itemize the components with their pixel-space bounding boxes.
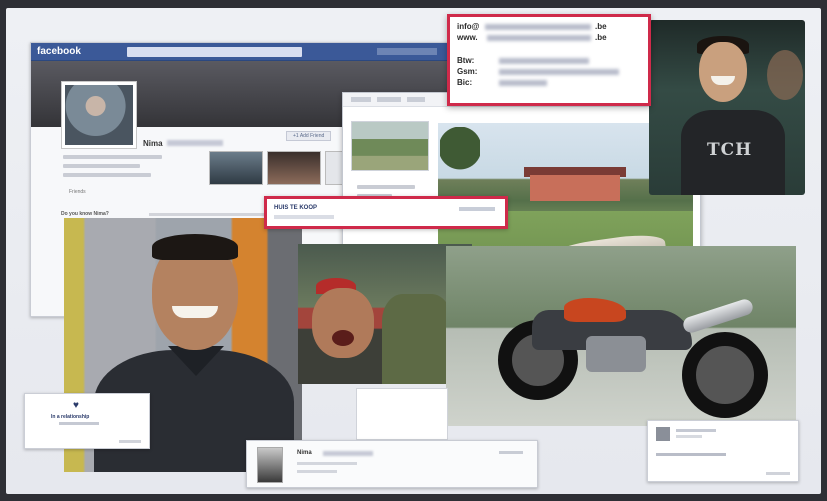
post-text-line bbox=[149, 213, 269, 216]
card-footer bbox=[119, 440, 141, 443]
motorcycle-photo bbox=[446, 246, 796, 426]
status-post-card bbox=[647, 420, 799, 482]
selfie-photo: TCH bbox=[649, 20, 805, 195]
post-time-line bbox=[676, 435, 702, 438]
for-sale-label: HUIS TE KOOP bbox=[274, 205, 318, 211]
for-sale-highlight: HUIS TE KOOP bbox=[264, 196, 508, 229]
relationship-label: In a relationship bbox=[51, 414, 90, 420]
profile-name[interactable]: Nima bbox=[297, 450, 312, 456]
website-line: www. .be bbox=[457, 33, 641, 43]
post-card bbox=[356, 388, 448, 440]
avatar[interactable] bbox=[656, 427, 670, 441]
bic-line: Bic: bbox=[457, 78, 641, 88]
contact-info-highlight: info@ .be www. .be Btw: Gsm: Bic: bbox=[447, 14, 651, 106]
blurred-website bbox=[487, 35, 591, 41]
profile-name-row: Nima bbox=[143, 133, 223, 151]
profile-name: Nima bbox=[143, 139, 163, 148]
bic-label: Bic: bbox=[457, 78, 473, 87]
blurred-surname bbox=[166, 140, 223, 146]
post-header: Do you know Nima? bbox=[61, 211, 109, 217]
profile-action[interactable] bbox=[499, 451, 523, 454]
gsm-line: Gsm: bbox=[457, 67, 641, 77]
email-suffix: .be bbox=[595, 22, 607, 31]
relationship-status-card: ♥ In a relationship bbox=[24, 393, 150, 449]
email-line: info@ .be bbox=[457, 22, 641, 32]
blurred-surname bbox=[323, 451, 373, 456]
relationship-since bbox=[59, 422, 99, 425]
listing-thumbnail[interactable] bbox=[351, 121, 429, 171]
shirt-lettering: TCH bbox=[707, 140, 753, 160]
listing-meta bbox=[459, 207, 495, 211]
profile-summary-card: Nima bbox=[246, 440, 538, 488]
blurred-vat bbox=[499, 58, 589, 64]
thumbnail-photo[interactable] bbox=[267, 151, 321, 185]
post-author-line bbox=[676, 429, 716, 432]
blurred-bic bbox=[499, 80, 547, 86]
website-suffix: .be bbox=[595, 33, 607, 42]
website-prefix: www. bbox=[457, 33, 478, 42]
vat-line: Btw: bbox=[457, 56, 641, 66]
blurred-email bbox=[485, 24, 591, 30]
top-bar-links[interactable] bbox=[377, 48, 437, 55]
search-input[interactable] bbox=[127, 47, 302, 57]
post-text-line bbox=[656, 453, 726, 456]
card-footer bbox=[766, 472, 790, 475]
thumbnail-photo[interactable] bbox=[209, 151, 263, 185]
gsm-label: Gsm: bbox=[457, 67, 478, 76]
vat-label: Btw: bbox=[457, 56, 475, 65]
avatar[interactable] bbox=[257, 447, 283, 483]
facebook-top-bar: facebook bbox=[31, 43, 449, 61]
email-prefix: info@ bbox=[457, 22, 480, 31]
add-friend-button[interactable]: +1 Add Friend bbox=[286, 131, 332, 141]
facebook-logo[interactable]: facebook bbox=[37, 46, 81, 57]
profile-picture[interactable] bbox=[61, 81, 137, 149]
friends-label[interactable]: Friends bbox=[69, 189, 86, 195]
heart-icon: ♥ bbox=[73, 400, 79, 411]
projected-screen: facebook Nima +1 Add Friend Friends Do y… bbox=[6, 8, 821, 494]
profile-detail-line bbox=[297, 462, 357, 465]
blurred-gsm bbox=[499, 69, 619, 75]
profile-detail-line bbox=[297, 470, 337, 473]
profile-info-lines bbox=[63, 155, 173, 182]
listing-subtext bbox=[274, 215, 334, 219]
